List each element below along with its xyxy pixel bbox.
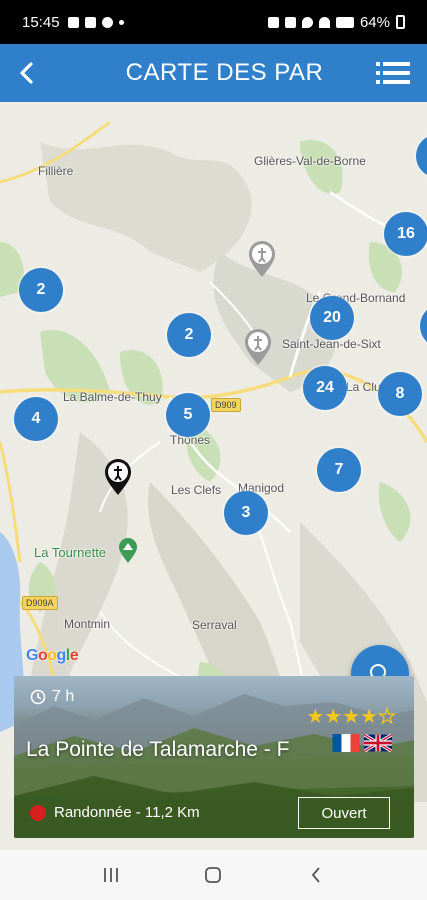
place-glieres: Glières-Val-de-Borne — [254, 154, 366, 168]
activity: Randonnée - 11,2 Km — [30, 804, 200, 821]
place-serraval: Serraval — [192, 618, 237, 632]
cluster-marker[interactable]: 4 — [14, 397, 58, 441]
more-dot-icon — [118, 19, 124, 25]
activity-text: Randonnée - 11,2 Km — [54, 804, 200, 821]
back-button[interactable] — [0, 44, 54, 102]
recent-apps-button[interactable] — [91, 855, 131, 895]
app-bar: CARTE DES PAR — [0, 44, 427, 102]
status-bar: 15:45 64% — [0, 0, 427, 44]
cluster-marker[interactable]: 2 — [19, 268, 63, 312]
star-icon: ★ — [360, 706, 379, 728]
cluster-marker[interactable]: 3 — [224, 491, 268, 535]
cluster-marker[interactable]: 24 — [303, 366, 347, 410]
battery-icon — [396, 15, 405, 29]
mail-icon — [84, 16, 96, 28]
selected-hiking-poi-icon[interactable] — [103, 458, 133, 496]
clock-icon — [30, 689, 46, 705]
road-label-d909a: D909A — [22, 596, 58, 610]
status-dot-icon — [30, 804, 46, 821]
place-montmin: Montmin — [64, 617, 111, 631]
mountain-peak-icon — [119, 538, 137, 563]
cluster-marker[interactable]: 5 — [166, 393, 210, 437]
back-icon — [311, 867, 320, 883]
system-nav-bar — [0, 850, 427, 900]
gallery-icon — [67, 16, 79, 28]
star-icon: ★ — [324, 706, 343, 728]
google-attribution: Google — [26, 647, 79, 664]
notification-icons — [67, 16, 124, 28]
cluster-marker[interactable]: 16 — [384, 212, 427, 256]
cluster-marker[interactable]: 20 — [310, 296, 354, 340]
road-label-d909: D909 — [211, 398, 241, 412]
cluster-marker[interactable]: 2 — [167, 313, 211, 357]
menu-button[interactable] — [359, 44, 427, 102]
place-les-clefs: Les Clefs — [171, 483, 222, 497]
cluster-marker[interactable]: 8 — [378, 372, 422, 416]
location-icon — [301, 16, 313, 28]
star-icon: ★ — [306, 706, 325, 728]
list-menu-icon — [376, 62, 410, 84]
nav-back-button[interactable] — [296, 855, 336, 895]
battery-percent: 64% — [359, 13, 390, 31]
signal-icon — [335, 16, 354, 28]
back-arrow-icon — [20, 62, 33, 84]
uk-flag-icon — [364, 734, 392, 752]
star-empty-icon: ★ — [377, 705, 396, 728]
alarm-icon — [267, 16, 279, 28]
open-status-button[interactable]: Ouvert — [298, 797, 390, 829]
place-tournette: La Tournette — [34, 545, 107, 560]
system-icons: 64% — [267, 13, 405, 31]
hiking-poi-icon[interactable] — [243, 328, 273, 366]
mute-icon — [284, 16, 296, 28]
home-icon — [205, 867, 222, 883]
place-filliere: Fillière — [38, 164, 74, 178]
recent-apps-icon — [104, 868, 119, 882]
trail-card[interactable]: 7 h ★★★★★ La Pointe de Talamarche - F Ra… — [14, 676, 414, 838]
status-time: 15:45 — [22, 13, 60, 31]
place-balme: La Balme-de-Thuy — [63, 390, 162, 404]
duration-text: 7 h — [52, 688, 75, 705]
home-button[interactable] — [193, 855, 233, 895]
cluster-marker[interactable]: 7 — [317, 448, 361, 492]
rating-stars: ★★★★★ — [306, 704, 396, 729]
wifi-icon — [318, 16, 330, 28]
app-notification-icon — [101, 16, 113, 28]
page-title: CARTE DES PAR — [125, 59, 324, 86]
language-flags — [332, 734, 392, 752]
duration: 7 h — [30, 688, 74, 706]
hiking-poi-icon[interactable] — [247, 240, 277, 278]
star-icon: ★ — [342, 706, 361, 728]
trail-title: La Pointe de Talamarche - F — [26, 738, 290, 761]
french-flag-icon — [332, 734, 360, 752]
